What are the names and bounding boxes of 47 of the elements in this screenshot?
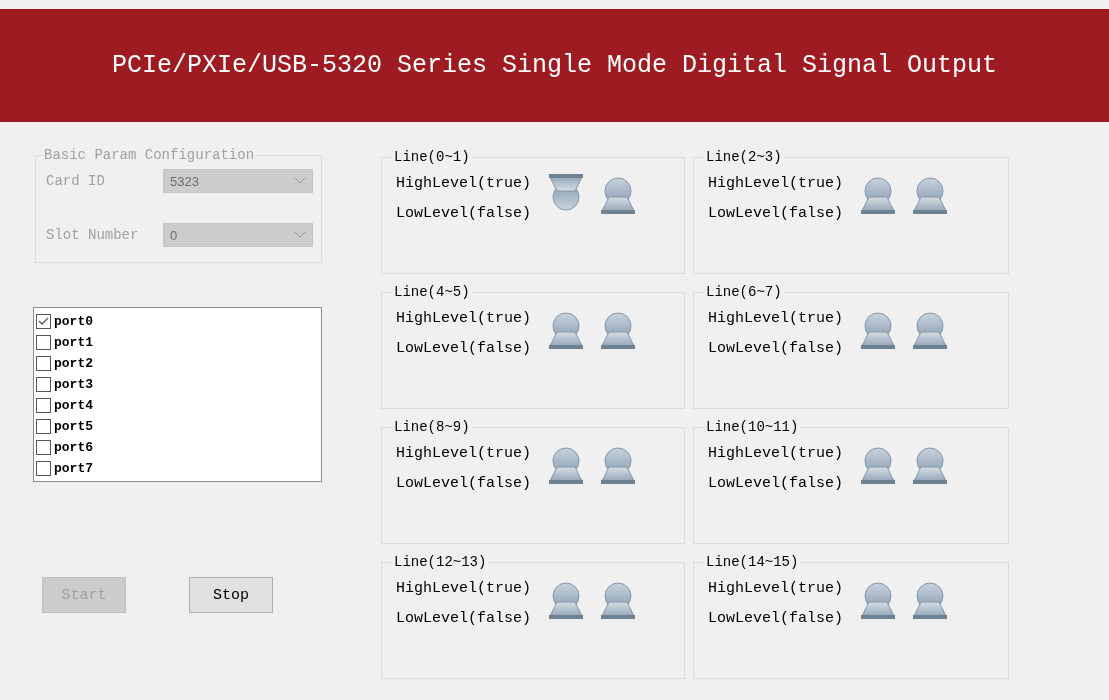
port-label: port1 xyxy=(54,335,93,350)
caret-icon xyxy=(294,231,306,239)
port-label: port5 xyxy=(54,419,93,434)
level-label: LowLevel(false) xyxy=(708,205,844,222)
level-label: LowLevel(false) xyxy=(708,475,844,492)
level-label: LowLevel(false) xyxy=(708,610,844,627)
level-label: LowLevel(false) xyxy=(396,475,532,492)
level-label: HighLevel(true) xyxy=(396,445,532,462)
checkbox[interactable] xyxy=(36,440,51,455)
level-label: HighLevel(true) xyxy=(396,175,532,192)
group-title: Line(6~7) xyxy=(705,284,783,300)
group-title: Line(4~5) xyxy=(393,284,471,300)
port-label: port6 xyxy=(54,440,93,455)
checkbox[interactable] xyxy=(36,461,51,476)
level-label: LowLevel(false) xyxy=(708,340,844,357)
field-label: Card ID xyxy=(46,173,106,189)
level-label: LowLevel(false) xyxy=(396,610,532,627)
level-label: HighLevel(true) xyxy=(396,580,532,597)
level-label: HighLevel(true) xyxy=(708,175,844,192)
stop-button[interactable]: Stop xyxy=(189,577,273,613)
caret-icon xyxy=(294,177,306,185)
port-label: port3 xyxy=(54,377,93,392)
port-label: port4 xyxy=(54,398,93,413)
field-label: Slot Number xyxy=(46,227,140,243)
checkbox[interactable] xyxy=(36,377,51,392)
port-label: port0 xyxy=(54,314,93,329)
level-label: LowLevel(false) xyxy=(396,205,532,222)
level-label: LowLevel(false) xyxy=(396,340,532,357)
level-label: HighLevel(true) xyxy=(396,310,532,327)
level-label: HighLevel(true) xyxy=(708,445,844,462)
checkbox[interactable] xyxy=(36,419,51,434)
port-label: port2 xyxy=(54,356,93,371)
group-title: Line(14~15) xyxy=(705,554,800,570)
checkbox[interactable] xyxy=(36,356,51,371)
level-label: HighLevel(true) xyxy=(708,310,844,327)
checkbox[interactable] xyxy=(36,314,51,329)
checkbox[interactable] xyxy=(36,398,51,413)
group-title: Line(10~11) xyxy=(705,419,800,435)
group-title: Line(0~1) xyxy=(393,149,471,165)
group-title: Line(8~9) xyxy=(393,419,471,435)
port-label: port7 xyxy=(54,461,93,476)
group-title: Line(12~13) xyxy=(393,554,488,570)
checkbox[interactable] xyxy=(36,335,51,350)
window-title: PCIe/PXIe/USB-5320 Series Single Mode Digital Signal Output xyxy=(111,51,998,80)
group-title: Line(2~3) xyxy=(705,149,783,165)
group-title: Basic Param Configuration xyxy=(43,147,256,163)
level-label: HighLevel(true) xyxy=(708,580,844,597)
